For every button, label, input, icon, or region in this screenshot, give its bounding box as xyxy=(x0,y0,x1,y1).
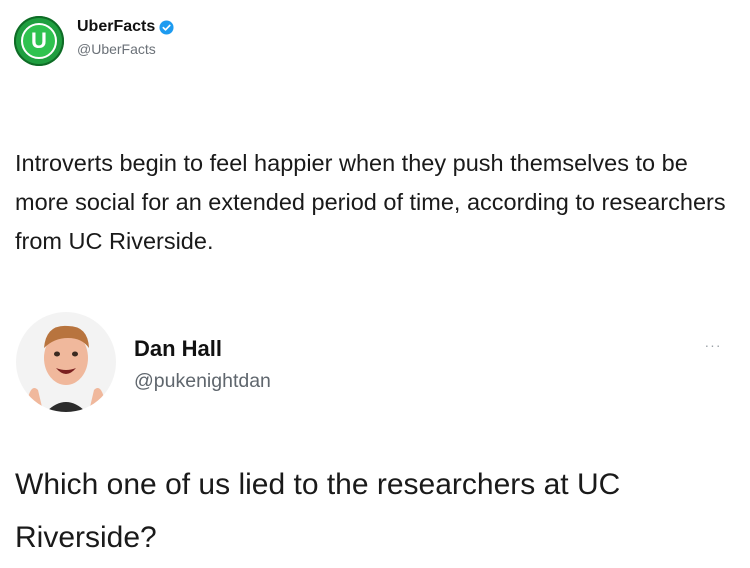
uberfacts-logo-letter: U xyxy=(21,23,57,59)
uberfacts-handle[interactable]: @UberFacts xyxy=(77,41,156,57)
verified-badge-icon xyxy=(159,19,174,35)
uberfacts-avatar[interactable]: U xyxy=(14,16,64,66)
dan-hall-display-name[interactable]: Dan Hall xyxy=(134,336,222,362)
uberfacts-name-row: UberFacts xyxy=(77,18,174,36)
quoted-tweet: U UberFacts @UberFacts Introverts begin … xyxy=(0,0,750,300)
dan-hall-avatar-image xyxy=(26,325,106,412)
uberfacts-tweet-text: Introverts begin to feel happier when th… xyxy=(15,150,726,254)
dan-hall-tweet-text: Which one of us lied to the researchers … xyxy=(15,468,621,554)
uberfacts-display-name[interactable]: UberFacts xyxy=(77,18,155,36)
dan-hall-handle[interactable]: @pukenightdan xyxy=(134,370,271,393)
dan-hall-avatar[interactable] xyxy=(16,312,116,412)
more-options-icon[interactable]: ··· xyxy=(696,338,730,352)
